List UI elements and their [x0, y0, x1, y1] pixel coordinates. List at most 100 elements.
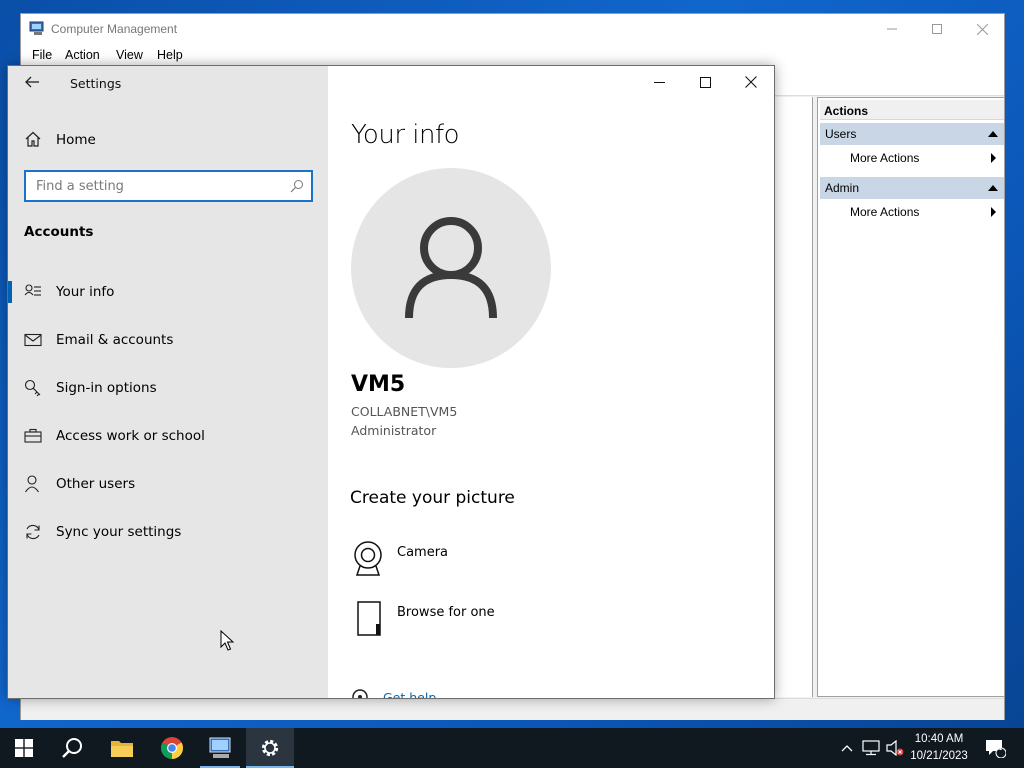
search-box[interactable] — [24, 170, 313, 202]
get-help-label: Get help — [383, 690, 437, 698]
search-icon — [290, 180, 303, 193]
briefcase-icon — [24, 428, 42, 443]
actions-header: Actions — [820, 100, 1004, 120]
nav-item-other-users[interactable]: Other users — [8, 464, 328, 504]
close-button[interactable] — [728, 66, 774, 98]
create-picture-heading: Create your picture — [350, 488, 515, 508]
submenu-arrow-icon — [991, 153, 996, 163]
submenu-arrow-icon — [991, 207, 996, 217]
notification-icon — [986, 740, 1006, 758]
back-arrow-icon[interactable] — [22, 72, 42, 92]
menu-view[interactable]: View — [116, 48, 143, 62]
volume-tray-icon[interactable] — [884, 728, 906, 768]
cm-titlebar[interactable]: Computer Management — [21, 14, 1004, 44]
contact-card-icon — [24, 284, 41, 296]
actions-group-admin[interactable]: Admin — [820, 177, 1004, 199]
collapse-icon — [988, 185, 998, 191]
taskbar-file-explorer[interactable] — [98, 728, 146, 768]
actions-group-users[interactable]: Users — [820, 123, 1004, 145]
taskbar-settings[interactable] — [246, 728, 294, 768]
user-avatar-icon — [405, 217, 497, 319]
person-icon — [25, 475, 39, 493]
maximize-button[interactable] — [682, 66, 728, 98]
browse-option[interactable]: Browse for one — [351, 600, 651, 644]
browse-option-label: Browse for one — [397, 605, 495, 620]
minimize-icon — [887, 28, 897, 30]
action-center-button[interactable]: 1 — [978, 728, 1012, 768]
avatar[interactable] — [351, 168, 551, 368]
gear-icon — [261, 739, 279, 757]
user-account: COLLABNET\VM5 — [351, 404, 458, 419]
computer-management-icon — [29, 21, 44, 35]
cm-window-title: Computer Management — [51, 22, 178, 36]
mail-icon — [24, 333, 42, 347]
nav-home[interactable]: Home — [24, 128, 314, 152]
clock-date: 10/21/2023 — [910, 750, 968, 762]
maximize-icon — [932, 24, 942, 34]
network-tray-icon[interactable] — [860, 728, 882, 768]
cm-center-pane — [775, 97, 813, 697]
minimize-button[interactable] — [636, 66, 682, 98]
computer-management-icon — [209, 737, 231, 758]
close-icon — [745, 76, 757, 88]
actions-pane: Actions Users More Actions Admin More Ac… — [817, 97, 1005, 697]
nav-item-email-accounts[interactable]: Email & accounts — [8, 320, 328, 360]
actions-group-label: Users — [825, 127, 857, 141]
nav-item-access-work[interactable]: Access work or school — [8, 416, 328, 456]
nav-item-your-info[interactable]: Your info — [8, 272, 328, 312]
nav-item-label: Access work or school — [56, 428, 205, 444]
volume-muted-icon — [886, 740, 904, 756]
nav-home-label: Home — [56, 132, 96, 148]
chevron-up-icon — [841, 745, 853, 752]
camera-option-label: Camera — [397, 545, 449, 560]
collapse-icon — [988, 131, 998, 137]
taskbar-search-button[interactable] — [48, 728, 96, 768]
key-icon — [24, 379, 41, 397]
search-icon — [62, 738, 82, 758]
settings-content-pane: Your info VM5 COLLABNET\VM5 Administrato… — [328, 66, 774, 698]
menu-help[interactable]: Help — [157, 48, 183, 62]
taskbar: 10:40 AM 10/21/2023 1 — [0, 728, 1024, 768]
user-name: VM5 — [351, 372, 406, 397]
cm-statusbar — [21, 698, 1004, 720]
settings-window: Settings Home Accounts Yo — [7, 65, 775, 699]
nav-item-label: Email & accounts — [56, 332, 174, 348]
home-icon — [25, 131, 41, 147]
close-icon — [976, 23, 988, 35]
nav-item-label: Sign-in options — [56, 380, 157, 396]
nav-item-sync-settings[interactable]: Sync your settings — [8, 512, 328, 552]
cm-close-button[interactable] — [959, 14, 1005, 44]
cm-maximize-button[interactable] — [914, 14, 960, 44]
actions-more-actions-users[interactable]: More Actions — [820, 147, 1004, 169]
nav-item-label: Other users — [56, 476, 136, 492]
minimize-icon — [653, 81, 665, 83]
camera-option[interactable]: Camera — [351, 540, 651, 584]
actions-item-label: More Actions — [850, 151, 920, 165]
get-help-link[interactable]: Get help — [351, 688, 501, 698]
start-button[interactable] — [0, 728, 48, 768]
menu-action[interactable]: Action — [65, 48, 100, 62]
sync-icon — [26, 524, 40, 540]
nav-item-label: Your info — [56, 284, 115, 300]
taskbar-chrome[interactable] — [148, 728, 196, 768]
network-icon — [862, 740, 880, 756]
user-role: Administrator — [351, 423, 437, 438]
windows-logo-icon — [15, 739, 33, 757]
nav-item-sign-in-options[interactable]: Sign-in options — [8, 368, 328, 408]
notification-count: 1 — [998, 743, 1003, 752]
folder-icon — [111, 741, 133, 757]
taskbar-clock[interactable]: 10:40 AM 10/21/2023 — [904, 731, 974, 765]
show-hidden-icons-button[interactable] — [836, 728, 858, 768]
nav-item-label: Sync your settings — [56, 524, 182, 540]
settings-nav-pane: Settings Home Accounts Yo — [8, 66, 328, 698]
menu-file[interactable]: File — [32, 48, 52, 62]
chrome-icon — [161, 737, 183, 759]
taskbar-computer-management[interactable] — [196, 728, 244, 768]
search-input[interactable] — [26, 172, 311, 200]
cm-menubar: File Action View Help — [21, 44, 1004, 66]
actions-more-actions-admin[interactable]: More Actions — [820, 201, 1004, 223]
section-heading: Accounts — [24, 224, 94, 240]
clock-time: 10:40 AM — [914, 733, 964, 745]
cm-minimize-button[interactable] — [869, 14, 915, 44]
camera-icon — [354, 541, 382, 576]
